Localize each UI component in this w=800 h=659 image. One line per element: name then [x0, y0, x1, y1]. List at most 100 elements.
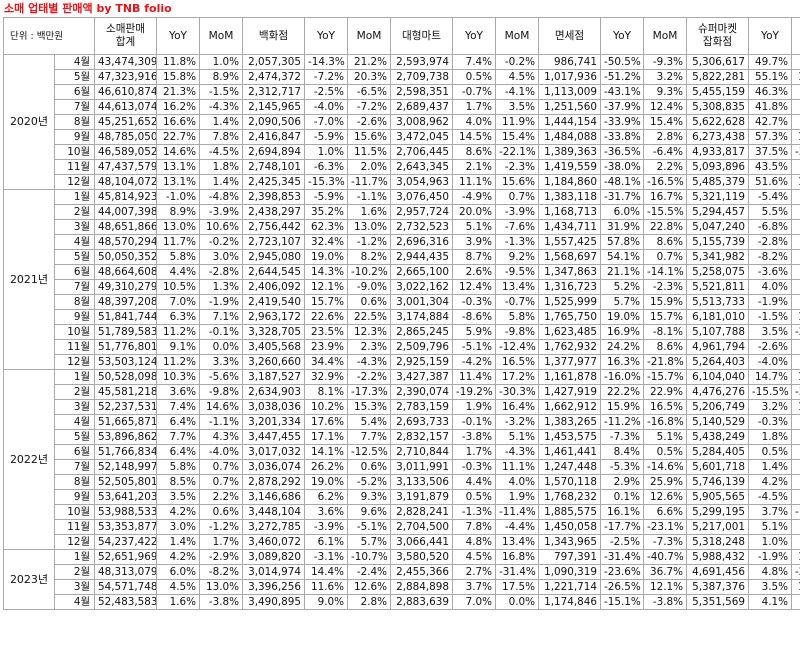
value-cell: 1,768,232	[538, 489, 602, 505]
value-cell: 5,093,896	[686, 159, 750, 175]
pct-cell: 4.5%	[495, 69, 540, 85]
pct-cell: 19.0%	[600, 309, 645, 325]
pct-cell: -19.2%	[452, 384, 497, 400]
pct-cell: 34.4%	[304, 354, 349, 370]
pct-cell: 4.3%	[199, 429, 244, 445]
column-header-dept-mom: MoM	[347, 17, 392, 55]
value-cell: 3,580,520	[390, 549, 454, 565]
value-cell: 5,258,075	[686, 264, 750, 280]
value-cell: 5,321,119	[686, 189, 750, 205]
value-cell: 6,181,010	[686, 309, 750, 325]
value-cell: 3,076,450	[390, 189, 454, 205]
pct-cell: 6.0%	[600, 204, 645, 220]
pct-cell: 2.0%	[347, 159, 392, 175]
pct-cell: -7.2%	[347, 99, 392, 115]
pct-cell: 15.6%	[347, 129, 392, 145]
value-cell: 50,528,098	[94, 369, 158, 385]
pct-cell: 0.6%	[347, 459, 392, 475]
pct-cell: -0.2%	[495, 54, 540, 70]
pct-cell: -15.5%	[748, 384, 793, 400]
value-cell: 52,483,583	[94, 594, 158, 610]
table-row: 2월 45,581,218 3.6% -9.8% 2,634,903 8.1% -17.3%…	[4, 384, 800, 400]
unit-label: 단위 : 백만원	[2, 17, 96, 55]
value-cell: 1,885,575	[538, 504, 602, 520]
month-cell: 5월	[53, 69, 96, 85]
value-cell: 5,485,379	[686, 174, 750, 190]
value-cell: 3,036,074	[242, 459, 306, 475]
pct-cell: -37.9%	[600, 99, 645, 115]
value-cell: 48,104,072	[94, 174, 158, 190]
pct-cell: -0.3%	[452, 294, 497, 310]
value-cell: 5,140,529	[686, 414, 750, 430]
pct-cell: -9.8%	[495, 324, 540, 340]
pct-cell: 15.7%	[304, 294, 349, 310]
pct-cell: 2.8%	[643, 129, 688, 145]
pct-cell: 5.0%	[791, 279, 800, 295]
table-row: 12월 54,237,422 1.4% 1.7% 3,460,072 6.1% 5.7% 3,…	[4, 534, 800, 550]
pct-cell: 0.5%	[643, 444, 688, 460]
pct-cell: -7.6%	[495, 219, 540, 235]
pct-cell: 22.5%	[347, 309, 392, 325]
pct-cell: 2.0%	[791, 234, 800, 250]
year-label: 2021년	[3, 189, 55, 370]
pct-cell: 0.7%	[199, 459, 244, 475]
pct-cell: -3.2%	[495, 414, 540, 430]
pct-cell: -10.2%	[347, 264, 392, 280]
pct-cell: 32.4%	[304, 234, 349, 250]
value-cell: 51,789,583	[94, 324, 158, 340]
pct-cell: 15.4%	[495, 129, 540, 145]
pct-cell: 16.9%	[600, 324, 645, 340]
pct-cell: -1.3%	[791, 414, 800, 430]
month-cell: 11월	[53, 339, 96, 355]
pct-cell: 15.8%	[791, 369, 800, 385]
pct-cell: -4.8%	[199, 189, 244, 205]
pct-cell: 57.8%	[600, 234, 645, 250]
value-cell: 3,490,895	[242, 594, 306, 610]
pct-cell: 7.0%	[452, 594, 497, 610]
pct-cell: -31.7%	[600, 189, 645, 205]
pct-cell: 26.2%	[304, 459, 349, 475]
pct-cell: 12.3%	[347, 324, 392, 340]
value-cell: 5,746,139	[686, 474, 750, 490]
column-header-mart-mom: MoM	[495, 17, 540, 55]
pct-cell: 3.7%	[748, 504, 793, 520]
pct-cell: -6.3%	[304, 159, 349, 175]
value-cell: 48,397,208	[94, 294, 158, 310]
value-cell: 51,665,871	[94, 414, 158, 430]
value-cell: 2,709,738	[390, 69, 454, 85]
pct-cell: 0.7%	[199, 474, 244, 490]
pct-cell: 6.1%	[304, 534, 349, 550]
pct-cell: 7.8%	[452, 519, 497, 535]
value-cell: 54,571,748	[94, 579, 158, 595]
pct-cell: -0.7%	[452, 84, 497, 100]
pct-cell: 1.4%	[199, 114, 244, 130]
value-cell: 3,022,162	[390, 279, 454, 295]
table-row: 2월 44,007,398 8.9% -3.9% 2,438,297 35.2% 1.6% 2…	[4, 204, 800, 220]
value-cell: 53,988,533	[94, 504, 158, 520]
pct-cell: 5.1%	[495, 429, 540, 445]
pct-cell: -1.2%	[347, 234, 392, 250]
pct-cell: -5.4%	[748, 189, 793, 205]
pct-cell: 1.7%	[452, 444, 497, 460]
pct-cell: 0.7%	[643, 249, 688, 265]
pct-cell: 5.4%	[347, 414, 392, 430]
pct-cell: 32.9%	[304, 369, 349, 385]
pct-cell: 14.5%	[452, 129, 497, 145]
pct-cell: -9.3%	[643, 54, 688, 70]
value-cell: 3,187,527	[242, 369, 306, 385]
pct-cell: 12.1%	[643, 579, 688, 595]
value-cell: 5,341,982	[686, 249, 750, 265]
pct-cell: 3.9%	[452, 234, 497, 250]
pct-cell: -2.8%	[748, 234, 793, 250]
value-cell: 3,272,785	[242, 519, 306, 535]
pct-cell: -0.1%	[199, 324, 244, 340]
month-cell: 12월	[53, 354, 96, 370]
pct-cell: 21.3%	[156, 84, 201, 100]
value-cell: 1,383,118	[538, 189, 602, 205]
pct-cell: 13.7%	[791, 69, 800, 85]
table-row: 6월 51,766,834 6.4% -4.0% 3,017,032 14.1% -12.5…	[4, 444, 800, 460]
pct-cell: 4.0%	[495, 474, 540, 490]
pct-cell: -4.6%	[791, 219, 800, 235]
table-row: 12월 48,104,072 13.1% 1.4% 2,425,345 -15.3% -11…	[4, 174, 800, 190]
pct-cell: 1.9%	[495, 489, 540, 505]
